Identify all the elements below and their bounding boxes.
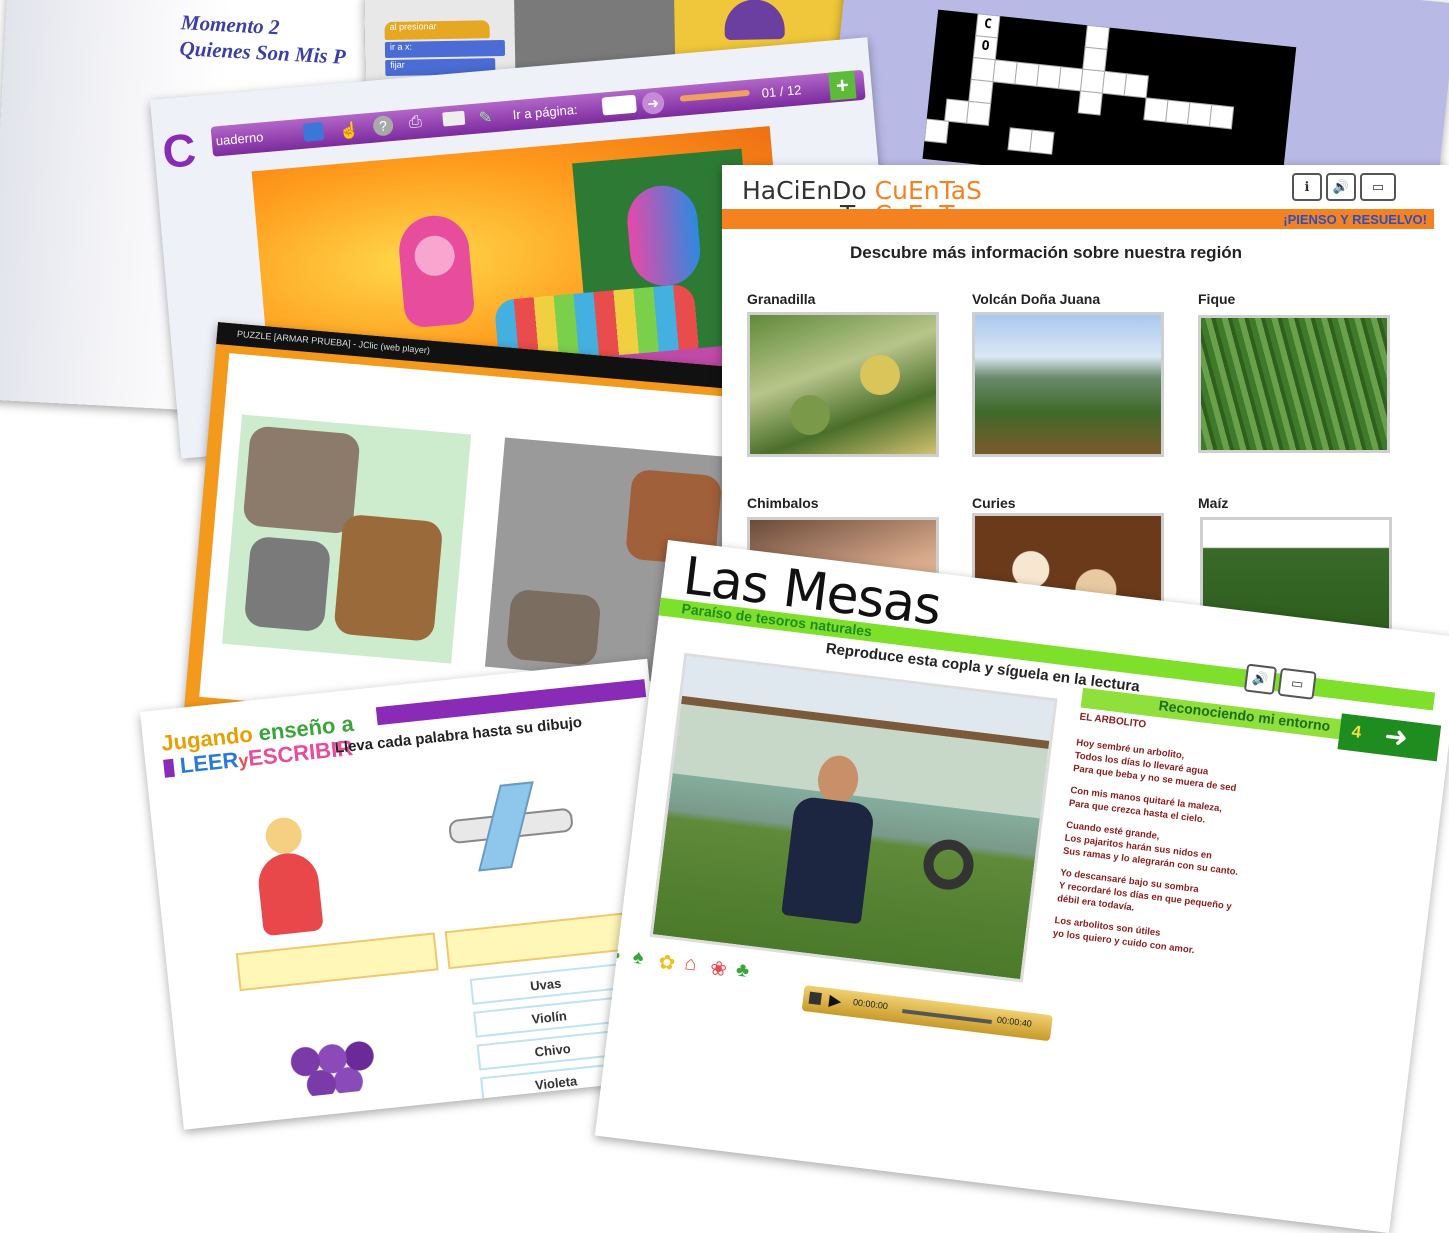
- item-label-fique: Fique: [1198, 291, 1236, 307]
- puzzle-piece-3[interactable]: [243, 535, 332, 633]
- house-icon: ⌂: [683, 952, 698, 976]
- flower-icon: ✿: [657, 951, 677, 975]
- airplane-image[interactable]: [435, 777, 584, 881]
- mesas-banner-text: Reconociendo mi entorno: [1157, 697, 1332, 735]
- answer-slot-doll[interactable]: [235, 932, 439, 992]
- fruit-shape: [790, 395, 830, 435]
- goto-page-button[interactable]: ➜: [641, 91, 666, 116]
- flower-icon: ❀: [708, 957, 729, 982]
- mesas-screen-icon[interactable]: ▭: [1277, 667, 1317, 700]
- grapes-image[interactable]: [283, 1019, 381, 1099]
- puzzle-piece-1[interactable]: [242, 425, 361, 535]
- tree-icon: ♠: [631, 945, 645, 970]
- doll-dress: [255, 850, 324, 937]
- jugando-title: Jugando enseño a LEERyESCRIBIR: [160, 711, 357, 781]
- page-counter: 01 / 12: [761, 82, 802, 101]
- scratch-block-hat-label: al presionar: [389, 21, 437, 32]
- doll-image[interactable]: [242, 814, 334, 942]
- crossword-letter-o: O: [980, 38, 991, 55]
- cuaderno-logo-letter: C: [160, 123, 198, 179]
- poem-body: Hoy sembré un arbolito, Todos los días l…: [1052, 736, 1325, 970]
- scratch-block-set-label: fijar: [390, 59, 405, 70]
- page-slider[interactable]: [679, 89, 750, 102]
- mesas-photo: [649, 652, 1058, 983]
- stop-button[interactable]: [808, 991, 822, 1006]
- puzzle-pieces-left[interactable]: [221, 414, 472, 664]
- goto-page-label: Ir a página:: [512, 101, 579, 123]
- pointer-icon[interactable]: ☝: [339, 120, 361, 142]
- pencil-icon[interactable]: ✎: [478, 107, 493, 128]
- crossword-letter-c: C: [983, 16, 993, 33]
- girl-uniform: [781, 795, 876, 925]
- fruit-shape: [860, 355, 900, 395]
- print-icon[interactable]: ⎙: [408, 113, 422, 132]
- cuaderno-logo: C: [160, 123, 214, 179]
- jugando-title-leer: LEER: [178, 747, 240, 779]
- item-label-granadilla: Granadilla: [747, 291, 816, 307]
- mesas-page-number: 4: [1350, 721, 1363, 742]
- scratch-block-goto-label: ir a x:: [389, 41, 413, 52]
- audio-time-total: 00:00:40: [996, 1014, 1033, 1029]
- haciendo-instruction: Descubre más información sobre nuestra r…: [850, 243, 1243, 262]
- photo-fique[interactable]: [1198, 315, 1390, 453]
- photo-volcan[interactable]: [972, 312, 1164, 457]
- mesas-card: Las Mesas Paraíso de tesoros naturales R…: [594, 540, 1449, 1233]
- jugando-instruction: Lleva cada palabra hasta su dibujo: [333, 713, 583, 757]
- item-label-maiz: Maíz: [1198, 495, 1229, 511]
- puzzle-piece-2[interactable]: [333, 513, 444, 642]
- item-label-volcan: Volcán Doña Juana: [972, 291, 1101, 307]
- scratch-block-hat[interactable]: al presionar: [384, 20, 490, 41]
- mesas-next-box[interactable]: 4 ➜: [1337, 713, 1442, 762]
- goto-page-input[interactable]: [601, 94, 637, 116]
- haciendo-banner: ¡PIENSO Y RESUELVO!: [1202, 211, 1427, 227]
- purple-marker: [163, 758, 175, 778]
- tire: [920, 836, 977, 893]
- momento-title: Momento 2 Quienes Son Mis P: [179, 9, 348, 70]
- haciendo-banner-text: ¡PIENSO Y RESUELVO!: [1283, 212, 1427, 227]
- add-page-button[interactable]: +: [828, 70, 857, 101]
- cuaderno-logo-text: uaderno: [215, 129, 265, 149]
- photo-granadilla[interactable]: [747, 312, 939, 457]
- info-icon[interactable]: ℹ: [1292, 173, 1322, 201]
- mesas-speaker-icon[interactable]: 🔊: [1243, 663, 1278, 695]
- audio-progress[interactable]: [902, 1009, 992, 1025]
- audio-time-elapsed: 00:00:00: [852, 997, 889, 1012]
- screen-icon[interactable]: ▭: [1360, 173, 1396, 201]
- puzzle-paw-piece[interactable]: [505, 588, 602, 667]
- tree-icon: ♣: [734, 958, 751, 983]
- scratch-block-goto[interactable]: ir a x:: [384, 39, 506, 59]
- help-icon[interactable]: ?: [372, 114, 394, 137]
- jugando-purple-bar: [375, 679, 647, 726]
- speaker-icon[interactable]: 🔊: [1326, 173, 1356, 201]
- play-button[interactable]: ▶: [828, 990, 843, 1011]
- item-label-curies: Curies: [972, 495, 1016, 511]
- monitor-icon[interactable]: [302, 122, 325, 142]
- eraser-icon[interactable]: [442, 110, 466, 127]
- doll-head: [263, 815, 304, 856]
- audio-player: ▶ 00:00:00 00:00:40: [801, 984, 1053, 1042]
- item-label-chimbalos: Chimbalos: [747, 495, 819, 511]
- next-arrow-icon[interactable]: ➜: [1383, 719, 1410, 755]
